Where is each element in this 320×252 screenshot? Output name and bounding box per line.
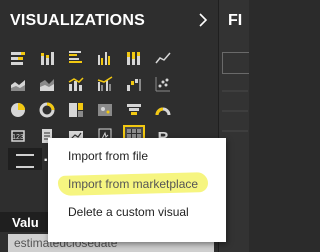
menu-item-delete-custom-visual[interactable]: Delete a custom visual bbox=[68, 205, 189, 219]
card-icon[interactable]: 123 bbox=[8, 126, 28, 146]
line-clustered-column-icon[interactable] bbox=[95, 74, 115, 94]
donut-icon[interactable] bbox=[37, 100, 57, 120]
svg-text:123: 123 bbox=[12, 134, 24, 141]
values-label: Valu bbox=[12, 215, 39, 230]
panel-title: VISUALIZATIONS bbox=[10, 12, 145, 29]
stacked-bar-icon[interactable] bbox=[8, 48, 28, 68]
stacked-area-icon[interactable] bbox=[37, 74, 57, 94]
gauge-icon[interactable] bbox=[153, 100, 173, 120]
pie-icon[interactable] bbox=[8, 100, 28, 120]
line-icon[interactable] bbox=[153, 48, 173, 68]
chevron-right-icon[interactable] bbox=[198, 13, 208, 32]
100-percent-bar-icon[interactable] bbox=[124, 48, 144, 68]
treemap-icon[interactable] bbox=[66, 100, 86, 120]
waterfall-icon[interactable] bbox=[124, 74, 144, 94]
clustered-column-icon[interactable] bbox=[95, 48, 115, 68]
context-menu: Import from file Import from marketplace… bbox=[48, 138, 226, 242]
fields-divider bbox=[222, 90, 248, 92]
line-column-icon[interactable] bbox=[66, 74, 86, 94]
clustered-bar-icon[interactable] bbox=[66, 48, 86, 68]
scatter-icon[interactable] bbox=[153, 74, 173, 94]
fields-tab-icon bbox=[16, 154, 34, 168]
fields-panel-title: FI bbox=[228, 12, 243, 29]
fields-search-input[interactable] bbox=[222, 52, 249, 74]
menu-item-import-from-file[interactable]: Import from file bbox=[68, 149, 148, 163]
menu-item-import-from-marketplace[interactable]: Import from marketplace bbox=[68, 177, 198, 191]
stacked-column-icon[interactable] bbox=[37, 48, 57, 68]
map-icon[interactable] bbox=[95, 100, 115, 120]
fields-divider bbox=[222, 130, 248, 132]
funnel-icon[interactable] bbox=[124, 100, 144, 120]
area-icon[interactable] bbox=[8, 74, 28, 94]
fields-divider bbox=[222, 110, 248, 112]
